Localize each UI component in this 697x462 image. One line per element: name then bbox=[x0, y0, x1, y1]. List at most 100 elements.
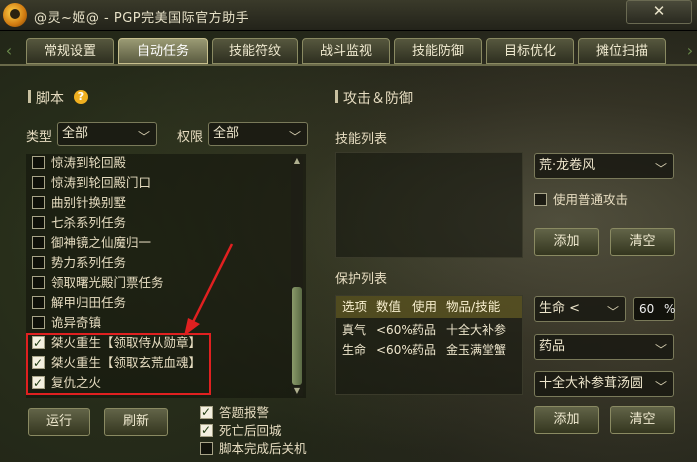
tab[interactable]: 目标优化 bbox=[486, 38, 574, 64]
list-item-label: 领取曙光殿门票任务 bbox=[51, 275, 164, 290]
col-header: 数值 bbox=[376, 299, 402, 314]
list-item[interactable]: 势力系列任务 bbox=[32, 253, 126, 273]
clear-skill-button[interactable]: 清空 bbox=[610, 228, 675, 256]
cell: 药品 bbox=[412, 343, 437, 357]
cell: 十全大补参 bbox=[446, 323, 507, 337]
tab[interactable]: 战斗监视 bbox=[302, 38, 390, 64]
protect-list-label: 保护列表 bbox=[335, 272, 388, 287]
list-item-label: 曲别针换别墅 bbox=[51, 195, 127, 210]
list-item[interactable]: 领取曙光殿门票任务 bbox=[32, 273, 164, 293]
option-checkbox[interactable] bbox=[200, 442, 213, 455]
annotation-arrow bbox=[184, 243, 234, 336]
tab[interactable]: 技能符纹 bbox=[212, 38, 298, 64]
run-button[interactable]: 运行 bbox=[28, 408, 90, 436]
protect-attr-value: 生命 < bbox=[539, 301, 581, 316]
script-option[interactable]: 死亡后回城 bbox=[200, 421, 282, 440]
window-title: @灵~姬@ - PGP完美国际官方助手 bbox=[34, 11, 250, 26]
list-item-checkbox[interactable] bbox=[32, 236, 45, 249]
col-header: 物品/技能 bbox=[446, 299, 501, 314]
list-item-checkbox[interactable] bbox=[32, 216, 45, 229]
col-header: 选项 bbox=[342, 299, 368, 314]
option-label: 死亡后回城 bbox=[219, 423, 282, 438]
chevron-down-icon: ﹀ bbox=[288, 130, 301, 144]
list-item-checkbox[interactable] bbox=[32, 296, 45, 309]
close-button[interactable]: ✕ bbox=[626, 0, 692, 24]
normal-attack-label: 使用普通攻击 bbox=[553, 192, 629, 207]
skill-select[interactable]: 荒·龙卷风 ﹀ bbox=[534, 153, 674, 179]
list-item-label: 势力系列任务 bbox=[51, 255, 127, 270]
tab-next-arrow[interactable]: › bbox=[683, 42, 697, 60]
list-item-label: 惊涛到轮回殿 bbox=[51, 155, 127, 170]
cell: 药品 bbox=[412, 323, 437, 337]
list-item[interactable]: 惊涛到轮回殿 bbox=[32, 153, 126, 173]
scroll-thumb[interactable] bbox=[292, 287, 302, 385]
scroll-up-icon[interactable]: ▲ bbox=[291, 156, 303, 166]
cell: 金玉满堂蟹 bbox=[446, 343, 507, 357]
cell: <60% bbox=[376, 343, 413, 357]
protect-unit: % bbox=[664, 302, 676, 316]
list-item[interactable]: 诡异奇镇 bbox=[32, 313, 101, 333]
list-item[interactable]: 惊涛到轮回殿门口 bbox=[32, 173, 151, 193]
add-skill-button[interactable]: 添加 bbox=[534, 228, 599, 256]
list-item-checkbox[interactable] bbox=[32, 316, 45, 329]
type-select[interactable]: 全部 ﹀ bbox=[57, 122, 157, 146]
chevron-down-icon: ﹀ bbox=[654, 162, 667, 176]
list-item-checkbox[interactable] bbox=[32, 176, 45, 189]
list-item-checkbox[interactable] bbox=[32, 196, 45, 209]
skill-select-value: 荒·龙卷风 bbox=[539, 158, 596, 173]
table-row[interactable]: 真气 <60% 药品 十全大补参 bbox=[336, 320, 522, 340]
protect-value-field[interactable]: 60 % bbox=[633, 297, 675, 321]
list-item-label: 解甲归田任务 bbox=[51, 295, 127, 310]
section-marker bbox=[335, 90, 338, 103]
highlight-box bbox=[26, 333, 211, 395]
skill-list-box[interactable] bbox=[335, 152, 523, 258]
list-item[interactable]: 解甲归田任务 bbox=[32, 293, 126, 313]
app-logo-icon bbox=[3, 3, 27, 27]
option-checkbox[interactable] bbox=[200, 403, 213, 421]
col-header: 使用 bbox=[412, 299, 438, 314]
cell: 真气 bbox=[342, 323, 367, 337]
list-item-checkbox[interactable] bbox=[32, 156, 45, 169]
tab[interactable]: 常规设置 bbox=[26, 38, 114, 64]
refresh-button[interactable]: 刷新 bbox=[104, 408, 168, 436]
tab[interactable]: 自动任务 bbox=[118, 38, 208, 64]
normal-attack-option[interactable]: 使用普通攻击 bbox=[534, 191, 628, 209]
list-item-checkbox[interactable] bbox=[32, 276, 45, 289]
list-item[interactable]: 曲别针换别墅 bbox=[32, 193, 126, 213]
list-item[interactable]: 御神镜之仙魔归一 bbox=[32, 233, 151, 253]
close-icon: ✕ bbox=[652, 2, 666, 20]
protect-type-select[interactable]: 药品 ﹀ bbox=[534, 334, 674, 360]
script-option[interactable]: 脚本完成后关机 bbox=[200, 440, 307, 458]
add-protect-button[interactable]: 添加 bbox=[534, 406, 599, 434]
protect-item-select[interactable]: 十全大补参茸汤圆 ﹀ bbox=[534, 371, 674, 397]
protect-item-value: 十全大补参茸汤圆 bbox=[539, 376, 644, 391]
list-item[interactable]: 七杀系列任务 bbox=[32, 213, 126, 233]
chevron-down-icon: ﹀ bbox=[137, 130, 150, 144]
permission-label: 权限 bbox=[177, 130, 204, 145]
normal-attack-checkbox[interactable] bbox=[534, 193, 547, 206]
list-item-label: 诡异奇镇 bbox=[51, 315, 102, 330]
protect-attr-select[interactable]: 生命 < ﹀ bbox=[534, 296, 626, 322]
tab-underline bbox=[0, 64, 697, 66]
protect-type-value: 药品 bbox=[539, 339, 566, 354]
script-option[interactable]: 答题报警 bbox=[200, 403, 270, 422]
tab[interactable]: 摊位扫描 bbox=[578, 38, 666, 64]
option-checkbox[interactable] bbox=[200, 421, 213, 439]
cell: <60% bbox=[376, 323, 413, 337]
cell: 生命 bbox=[342, 343, 367, 357]
chevron-down-icon: ﹀ bbox=[654, 343, 667, 357]
scroll-down-icon[interactable]: ▼ bbox=[291, 386, 303, 396]
protect-value: 60 bbox=[639, 302, 655, 316]
help-icon[interactable]: ? bbox=[74, 90, 88, 104]
option-label: 脚本完成后关机 bbox=[219, 441, 307, 456]
type-select-value: 全部 bbox=[62, 126, 89, 141]
list-item-checkbox[interactable] bbox=[32, 256, 45, 269]
table-row[interactable]: 生命 <60% 药品 金玉满堂蟹 bbox=[336, 340, 522, 360]
attack-section-title: 攻击＆防御 bbox=[343, 91, 413, 107]
list-item-label: 七杀系列任务 bbox=[51, 215, 127, 230]
permission-select[interactable]: 全部 ﹀ bbox=[208, 122, 308, 146]
tab[interactable]: 技能防御 bbox=[394, 38, 482, 64]
tab-prev-arrow[interactable]: ‹ bbox=[2, 42, 16, 60]
option-label: 答题报警 bbox=[219, 405, 270, 420]
clear-protect-button[interactable]: 清空 bbox=[610, 406, 675, 434]
